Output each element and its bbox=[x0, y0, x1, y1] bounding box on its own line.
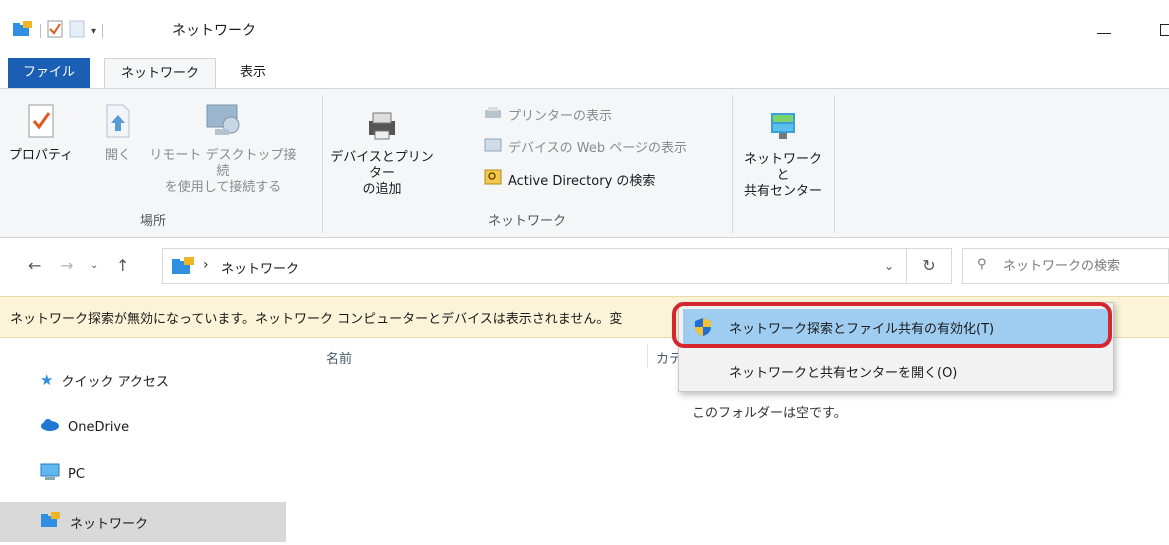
back-arrow-icon[interactable]: ← bbox=[28, 256, 41, 275]
quick-access-toolbar: ▾ bbox=[12, 20, 104, 42]
sharing-center-button[interactable]: ネットワークと 共有センター bbox=[738, 111, 828, 200]
column-header-name[interactable]: 名前 bbox=[326, 348, 352, 367]
sidebar-item-label: OneDrive bbox=[68, 419, 130, 435]
search-active-directory-label: Active Directory の検索 bbox=[508, 173, 656, 189]
add-devices-button[interactable]: デバイスとプリンター の追加 bbox=[330, 111, 434, 198]
cloud-icon bbox=[40, 419, 60, 435]
webpage-icon bbox=[484, 138, 502, 156]
open-icon bbox=[98, 103, 138, 144]
show-printers-label: プリンターの表示 bbox=[508, 109, 613, 124]
open-button[interactable]: 開く bbox=[98, 103, 138, 164]
show-printers-button[interactable]: プリンターの表示 bbox=[484, 105, 612, 124]
infobar-text: ネットワーク探索が無効になっています。ネットワーク コンピューターとデバイスは表… bbox=[10, 312, 623, 327]
window-title: ネットワーク bbox=[172, 23, 256, 39]
menu-item-open-sharing-center[interactable]: ネットワークと共有センターを開く(O) bbox=[683, 353, 1109, 389]
breadcrumb-network[interactable]: ネットワーク bbox=[221, 258, 299, 277]
remote-desktop-label-2: を使用して接続する bbox=[164, 180, 282, 195]
sidebar-item-label: クイック アクセス bbox=[61, 374, 169, 390]
ribbon: プロパティ 開く リモート デスクトップ接続 を使用して接続する 場所 デバイス… bbox=[0, 88, 1169, 238]
printer-small-icon bbox=[484, 106, 502, 124]
navigation-bar: ← → ⌄ ↑ › ネットワーク ⌄ ↻ ⚲ bbox=[0, 238, 1169, 294]
sidebar-item-network[interactable]: ネットワーク bbox=[0, 502, 286, 542]
new-folder-quick-icon[interactable] bbox=[69, 20, 85, 42]
active-directory-icon bbox=[484, 169, 502, 189]
up-arrow-icon[interactable]: ↑ bbox=[116, 256, 129, 275]
group-label-network: ネットワーク bbox=[488, 214, 567, 229]
empty-folder-message: このフォルダーは空です。 bbox=[692, 406, 847, 421]
refresh-button[interactable]: ↻ bbox=[907, 248, 952, 284]
menu-item-enable-discovery[interactable]: ネットワーク探索とファイル共有の有効化(T) bbox=[683, 309, 1109, 345]
tab-file[interactable]: ファイル bbox=[8, 58, 90, 88]
group-divider bbox=[834, 95, 835, 233]
menu-item-label: ネットワーク探索とファイル共有の有効化(T) bbox=[729, 321, 995, 337]
open-label: 開く bbox=[104, 148, 131, 163]
star-icon: ★ bbox=[40, 371, 54, 389]
menu-item-label: ネットワークと共有センターを開く(O) bbox=[729, 365, 958, 381]
column-divider[interactable] bbox=[647, 344, 648, 368]
toolbar-divider bbox=[102, 24, 104, 38]
network-folder-icon bbox=[40, 511, 62, 533]
computer-icon bbox=[40, 463, 60, 485]
search-icon: ⚲ bbox=[977, 257, 987, 272]
add-devices-label-2: の追加 bbox=[362, 182, 402, 197]
context-menu: ネットワーク探索とファイル共有の有効化(T) ネットワークと共有センターを開く(… bbox=[678, 302, 1114, 392]
address-bar[interactable]: › ネットワーク ⌄ bbox=[162, 248, 907, 284]
uac-shield-icon bbox=[683, 317, 723, 337]
maximize-button[interactable] bbox=[1160, 24, 1169, 36]
remote-desktop-label-1: リモート デスクトップ接続 bbox=[149, 148, 297, 179]
group-label-location: 場所 bbox=[140, 214, 167, 229]
search-input[interactable] bbox=[1003, 255, 1163, 277]
forward-arrow-icon[interactable]: → bbox=[60, 256, 73, 275]
sidebar-item-quick-access[interactable]: ★ クイック アクセス bbox=[0, 360, 286, 400]
show-device-webpage-label: デバイスの Web ページの表示 bbox=[508, 141, 687, 156]
refresh-icon: ↻ bbox=[922, 256, 936, 275]
properties-quick-icon[interactable] bbox=[47, 20, 63, 42]
search-box[interactable]: ⚲ bbox=[962, 248, 1169, 284]
properties-button[interactable]: プロパティ bbox=[6, 103, 76, 164]
sidebar-item-label: ネットワーク bbox=[70, 516, 149, 532]
title-bar: ▾ ネットワーク bbox=[0, 0, 1169, 58]
sidebar-item-label: PC bbox=[68, 466, 85, 482]
navigation-pane: ★ クイック アクセス OneDrive PC ネットワーク bbox=[0, 338, 300, 545]
sidebar-item-onedrive[interactable]: OneDrive bbox=[0, 407, 286, 447]
sharing-center-label-1: ネットワークと bbox=[743, 152, 822, 183]
remote-desktop-button[interactable]: リモート デスクトップ接続 を使用して接続する bbox=[148, 103, 298, 196]
sidebar-item-pc[interactable]: PC bbox=[0, 454, 286, 494]
group-divider bbox=[732, 95, 733, 233]
properties-label: プロパティ bbox=[8, 148, 74, 163]
network-sharing-icon bbox=[738, 111, 828, 148]
sharing-center-label-2: 共有センター bbox=[743, 184, 822, 199]
ribbon-group-location: プロパティ 開く リモート デスクトップ接続 を使用して接続する 場所 bbox=[0, 89, 320, 239]
customize-dropdown-icon[interactable]: ▾ bbox=[91, 26, 96, 37]
remote-desktop-icon bbox=[148, 103, 298, 144]
search-active-directory-button[interactable]: Active Directory の検索 bbox=[484, 169, 655, 189]
recent-locations-chevron-icon[interactable]: ⌄ bbox=[90, 260, 98, 271]
toolbar-divider bbox=[40, 24, 41, 38]
breadcrumb-separator-icon: › bbox=[203, 257, 209, 273]
address-dropdown-icon[interactable]: ⌄ bbox=[884, 259, 894, 273]
tab-network[interactable]: ネットワーク bbox=[104, 58, 216, 88]
add-devices-label-1: デバイスとプリンター bbox=[330, 150, 434, 181]
ribbon-group-network: デバイスとプリンター の追加 プリンターの表示 デバイスの Web ページの表示… bbox=[322, 89, 732, 239]
network-folder-icon bbox=[171, 255, 197, 281]
show-device-webpage-button[interactable]: デバイスの Web ページの表示 bbox=[484, 137, 687, 156]
network-folder-icon bbox=[12, 20, 34, 42]
properties-icon bbox=[6, 103, 76, 144]
ribbon-tabs: ファイル ネットワーク 表示 bbox=[0, 58, 1169, 88]
minimize-button[interactable] bbox=[1095, 22, 1111, 38]
printer-icon bbox=[330, 111, 434, 146]
tab-view[interactable]: 表示 bbox=[226, 58, 280, 88]
